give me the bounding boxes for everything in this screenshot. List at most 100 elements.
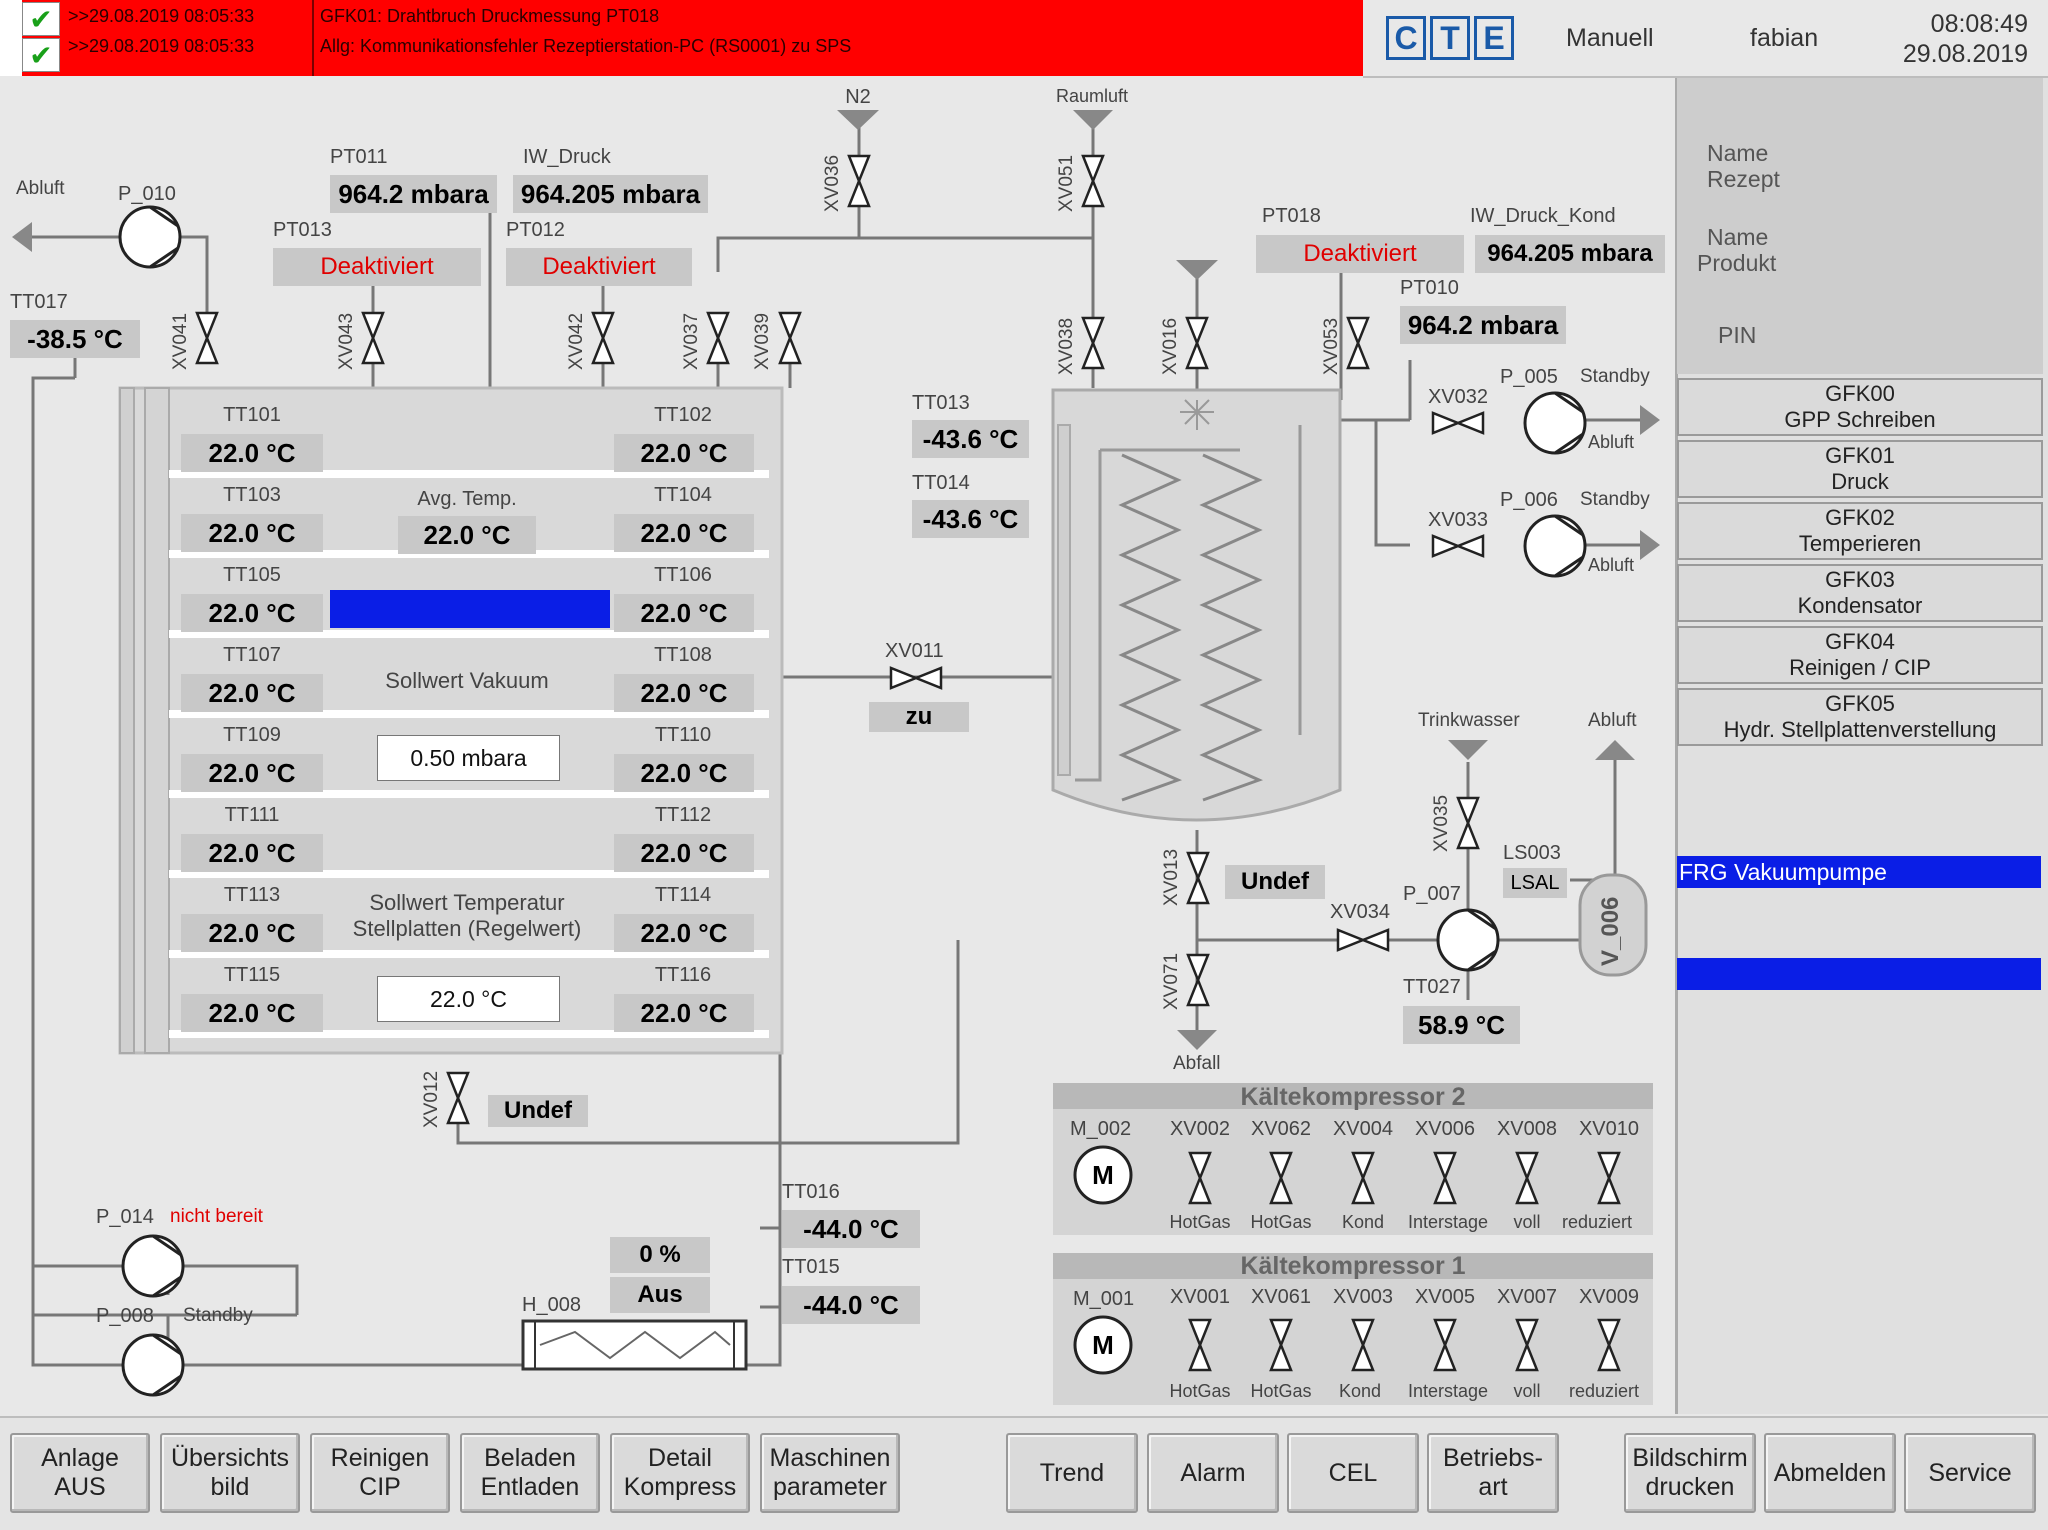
btn-line: drucken	[1645, 1473, 1735, 1501]
xv016-label: XV016	[1160, 317, 1181, 375]
sollwert-temp-input[interactable]: 22.0 °C	[377, 976, 560, 1022]
xv007-label: XV007	[1496, 1286, 1558, 1308]
trend-button[interactable]: Trend	[1006, 1433, 1138, 1513]
valve-function-label: reduziert	[1561, 1212, 1633, 1232]
btn-line: CEL	[1328, 1458, 1378, 1487]
xv010-label: XV010	[1578, 1118, 1640, 1140]
abfall-label: Abfall	[1173, 1053, 1221, 1074]
btn-line: Reinigen / CIP	[1789, 655, 1931, 680]
sollwert-vakuum-input[interactable]: 0.50 mbara	[377, 735, 560, 781]
clock-date: 29.08.2019	[1902, 40, 2028, 68]
avg-temp-label: Avg. Temp.	[417, 488, 517, 510]
btn-line: Detail	[648, 1444, 712, 1473]
btn-line: GFK03	[1825, 566, 1895, 592]
btn-line: Kondensator	[1797, 593, 1923, 618]
bildschirm-drucken-button[interactable]: Bildschirm drucken	[1624, 1433, 1756, 1513]
xv001-label: XV001	[1169, 1286, 1231, 1308]
betriebsart-button[interactable]: Betriebs-art	[1427, 1433, 1559, 1513]
p014-state: nicht bereit	[170, 1206, 263, 1227]
pt013-status: Deaktiviert	[273, 248, 481, 286]
reinigen-cip-button[interactable]: Reinigen CIP	[310, 1433, 450, 1513]
sollwert-temp-label: Sollwert Temperatur Stellplatten (Regelw…	[353, 890, 582, 943]
tt107-value: 22.0 °C	[181, 674, 323, 712]
gfk01-button[interactable]: GFK01 Druck	[1677, 440, 2043, 498]
xv061-label: XV061	[1250, 1286, 1312, 1308]
pt012-label: PT012	[506, 219, 565, 241]
tt014-label: TT014	[912, 472, 970, 494]
gfk05-button[interactable]: GFK05 Hydr. Stellplattenverstellung	[1677, 688, 2043, 746]
compressor-1-title: Kältekompressor 1	[1240, 1252, 1466, 1280]
tt104-label: TT104	[654, 484, 712, 506]
btn-line: Hydr. Stellplattenverstellung	[1723, 717, 1997, 742]
beladen-entladen-button[interactable]: Beladen Entladen	[460, 1433, 600, 1513]
tt116-value: 22.0 °C	[614, 994, 754, 1032]
btn-line: Abmelden	[1773, 1458, 1887, 1487]
pt018-status: Deaktiviert	[1256, 235, 1464, 273]
tt108-value: 22.0 °C	[614, 674, 754, 712]
p014-label: P_014	[96, 1206, 154, 1228]
gfk04-button[interactable]: GFK04 Reinigen / CIP	[1677, 626, 2043, 684]
label-line: Name	[1707, 224, 1769, 250]
p005-label: P_005	[1500, 366, 1558, 388]
label-line: Produkt	[1697, 250, 1777, 277]
tt013-label: TT013	[912, 392, 970, 414]
valve-function-label: HotGas	[1250, 1212, 1312, 1232]
abluft-right-label: Abluft	[1588, 710, 1637, 731]
btn-line: Bildschirm	[1632, 1444, 1748, 1473]
valve-function-label: voll	[1513, 1381, 1541, 1401]
iw-druck-kond-label: IW_Druck_Kond	[1470, 205, 1616, 227]
gfk03-button[interactable]: GFK03 Kondensator	[1677, 564, 2043, 622]
name-rezept-label: Name Rezept	[1707, 140, 1780, 193]
pt010-value: 964.2 mbara	[1400, 306, 1566, 344]
xv003-label: XV003	[1332, 1286, 1394, 1308]
detail-kompress-button[interactable]: Detail Kompress	[610, 1433, 750, 1513]
cel-button[interactable]: CEL	[1287, 1433, 1419, 1513]
tt113-label: TT113	[223, 884, 281, 906]
xv012-label: XV012	[421, 1070, 442, 1128]
maschinenparameter-button[interactable]: Maschinen parameter	[760, 1433, 900, 1513]
service-button[interactable]: Service	[1904, 1433, 2036, 1513]
xv032-label: XV032	[1428, 386, 1489, 408]
btn-line: art	[1478, 1473, 1508, 1501]
xv037-label: XV037	[681, 312, 702, 370]
tt027-label: TT027	[1403, 976, 1461, 998]
btn-line: GFK05	[1825, 690, 1895, 716]
raumluft-label: Raumluft	[1055, 86, 1129, 106]
clock-time: 08:08:49	[1930, 10, 2028, 38]
btn-line: Übersichts	[170, 1444, 290, 1473]
label-line: Rezept	[1707, 166, 1780, 193]
compressor-2-title: Kältekompressor 2	[1240, 1083, 1466, 1111]
tt115-label: TT115	[223, 964, 281, 986]
btn-line: Maschinen	[769, 1444, 891, 1473]
name-produkt-label: Name Produkt	[1697, 224, 1776, 277]
tt017-value: -38.5 °C	[10, 320, 140, 358]
btn-line: Betriebs-	[1442, 1444, 1544, 1473]
uebersichtsbild-button[interactable]: Übersichts bild	[160, 1433, 300, 1513]
xv013-label: XV013	[1161, 848, 1182, 906]
valve-function-label: HotGas	[1169, 1212, 1231, 1232]
p008-state: Standby	[183, 1305, 253, 1326]
xv038-label: XV038	[1056, 317, 1077, 375]
tt101-label: TT101	[223, 404, 281, 426]
alarm-button[interactable]: Alarm	[1147, 1433, 1279, 1513]
btn-line: Trend	[1039, 1458, 1105, 1487]
pt011-label: PT011	[330, 146, 388, 168]
tt113-value: 22.0 °C	[181, 914, 323, 952]
btn-line: Reinigen	[330, 1444, 430, 1473]
h008-percent: 0 %	[610, 1237, 710, 1273]
anlage-aus-button[interactable]: Anlage AUS	[10, 1433, 150, 1513]
tt102-label: TT102	[654, 404, 712, 426]
frg-vakuumpumpe-bar[interactable]: FRG Vakuumpumpe	[1677, 856, 2041, 888]
valve-function-label: voll	[1513, 1212, 1541, 1232]
tt114-label: TT114	[654, 884, 712, 906]
m002-label: M_002	[1070, 1118, 1132, 1140]
xv035-label: XV035	[1431, 794, 1452, 852]
tt103-value: 22.0 °C	[181, 514, 323, 552]
pin-label: PIN	[1718, 322, 1757, 348]
tt015-label: TT015	[782, 1256, 840, 1278]
tt109-value: 22.0 °C	[181, 754, 323, 792]
p008-label: P_008	[96, 1305, 154, 1327]
gfk00-button[interactable]: GFK00 GPP Schreiben	[1677, 378, 2043, 436]
abmelden-button[interactable]: Abmelden	[1764, 1433, 1896, 1513]
gfk02-button[interactable]: GFK02 Temperieren	[1677, 502, 2043, 560]
